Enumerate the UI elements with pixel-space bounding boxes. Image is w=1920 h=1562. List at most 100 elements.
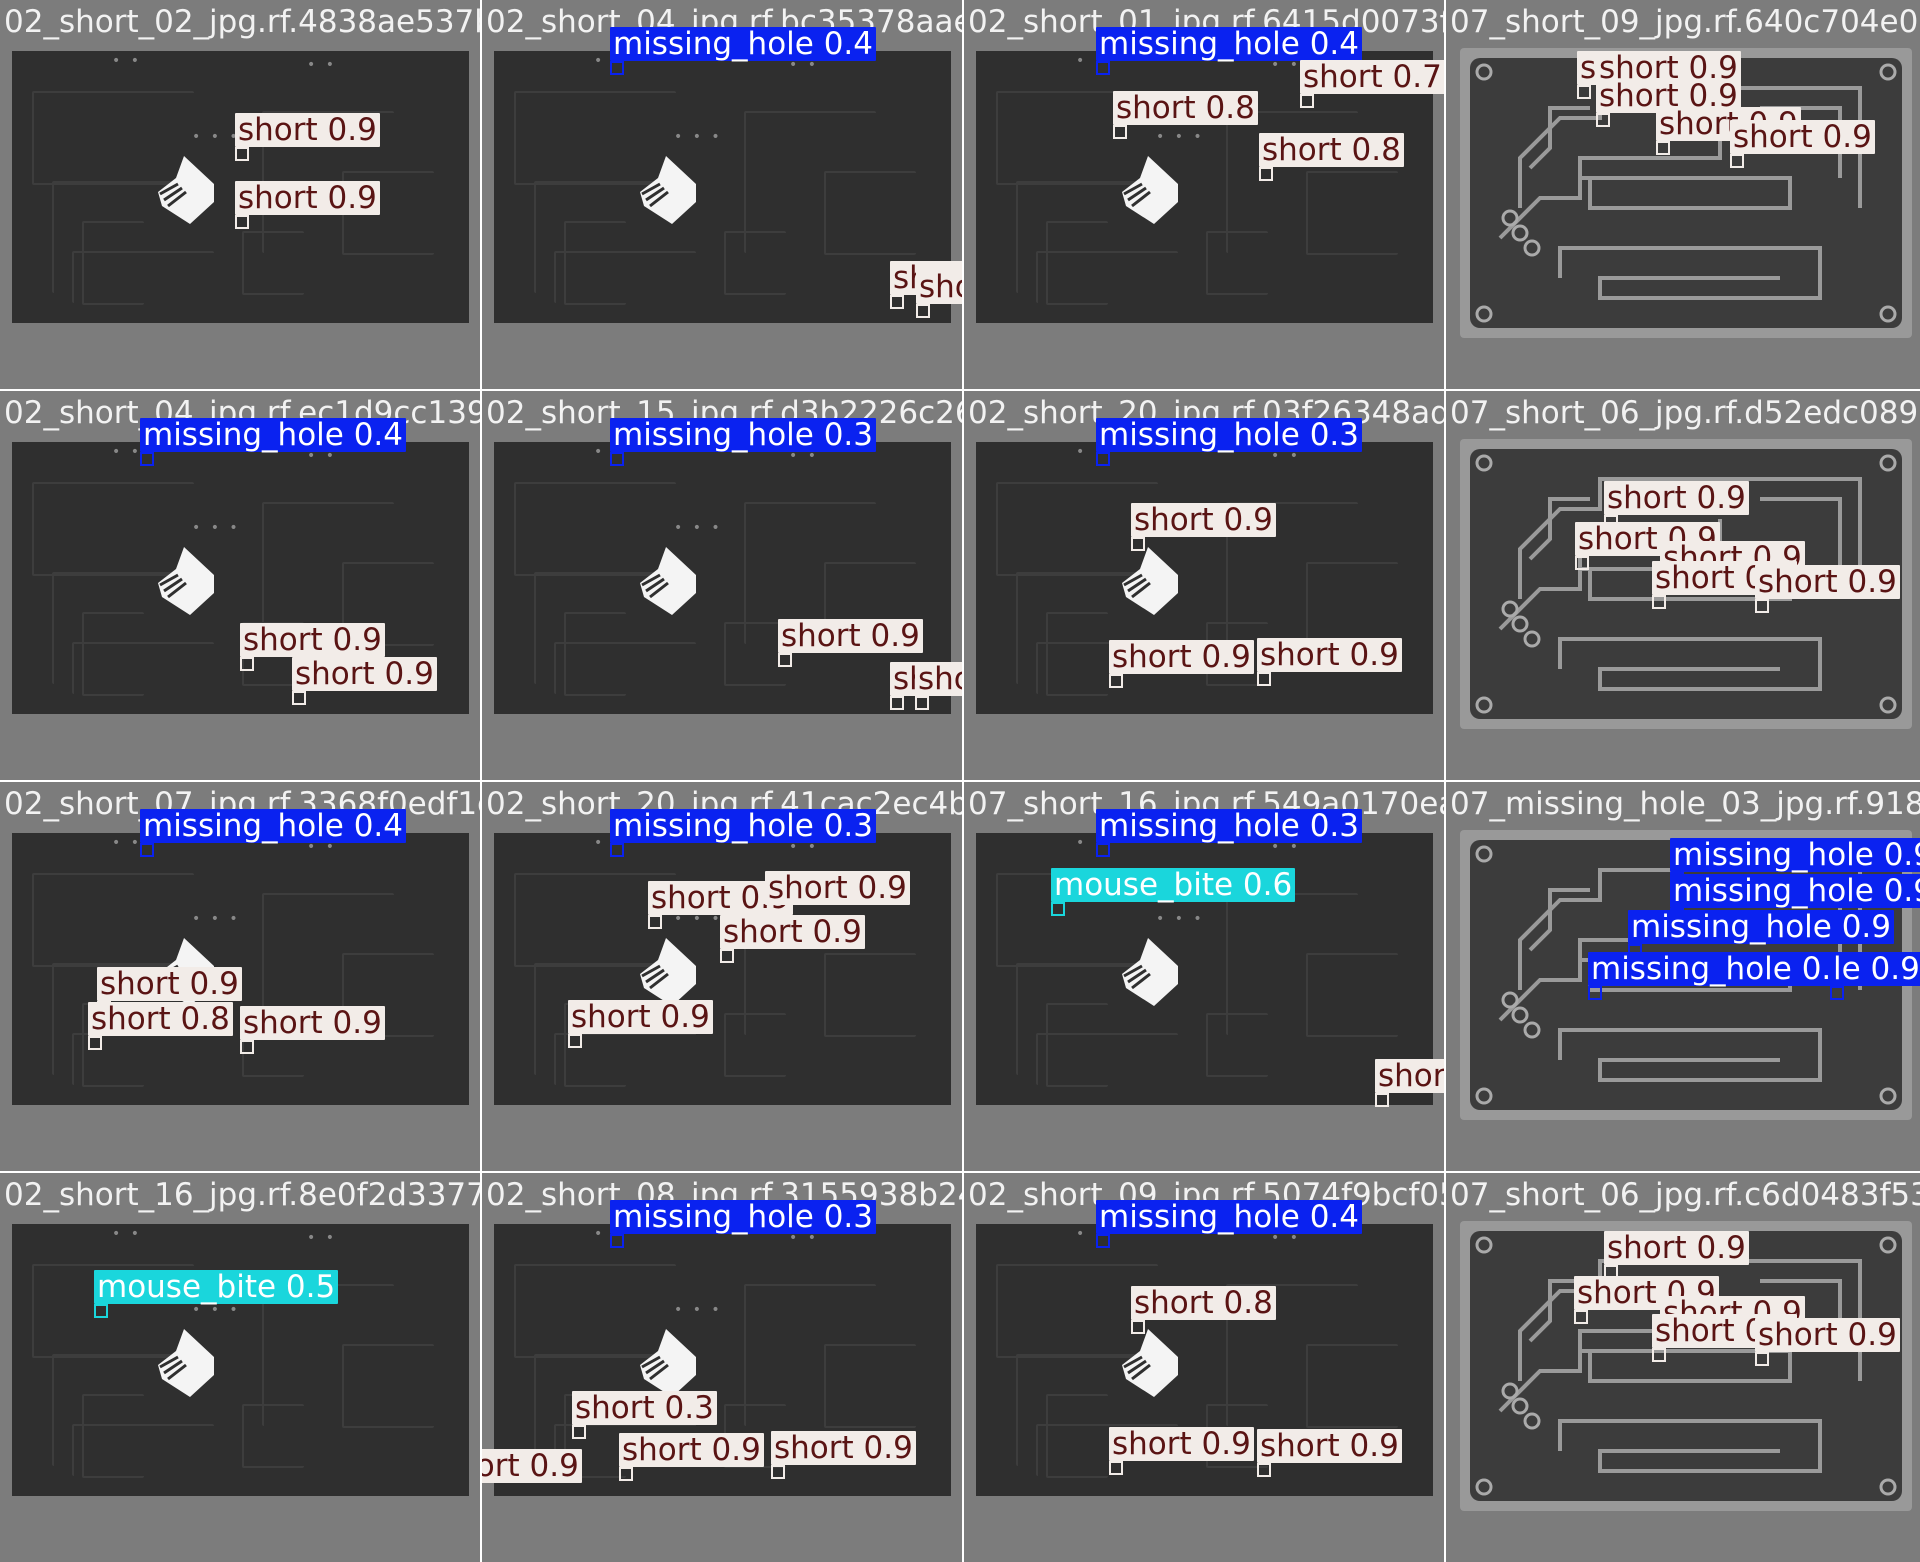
pcb-logo-icon (640, 156, 696, 224)
detection-box (778, 653, 792, 667)
detection-box (890, 696, 904, 710)
detection-box (890, 295, 904, 309)
via-dots: • • • (674, 520, 723, 536)
detection-label: short 0.8 (1131, 1286, 1276, 1320)
image-tile: • • • • • • • 02_short_01_jpg.rf.6415d0073f… (964, 0, 1444, 389)
detection-label: missing_hole 0.9 (1588, 952, 1855, 986)
image-tile: • • • • • • • 02_short_08_jpg.rf.3155938b24… (482, 1173, 962, 1562)
header-dots: • • (112, 444, 142, 460)
detection-box (1131, 1320, 1145, 1334)
detection-label: short 0.9 (1257, 1429, 1402, 1463)
detection-box (1575, 556, 1589, 570)
pcb-logo-icon (1122, 156, 1178, 224)
image-caption: 02_short_02_jpg.rf.4838ae537b (4, 4, 480, 40)
via-dots: • • • (192, 911, 241, 927)
detection-box (1096, 452, 1110, 466)
board-trace (1306, 171, 1398, 255)
detection-box (1257, 1463, 1271, 1477)
detection-label: short 0.9 (1604, 1231, 1749, 1265)
image-tile: • • • • • • • 07_short_16_jpg.rf.549a0170ea… (964, 782, 1444, 1171)
board-trace (1036, 251, 1178, 303)
detection-label: short 0.9 (1109, 1427, 1254, 1461)
detection-box (1652, 1348, 1666, 1362)
detection-label: short 0.9 (482, 1449, 582, 1483)
detection-label: short 0.9 (235, 113, 380, 147)
detection-box (720, 949, 734, 963)
detection-box (1830, 986, 1844, 1000)
detection-label: missing_hole 0.9 (1670, 874, 1920, 908)
via-dots: • • • (1156, 129, 1205, 145)
detection-box (610, 1234, 624, 1248)
detection-box (235, 215, 249, 229)
detection-box (292, 691, 306, 705)
detection-label: short 0.8 (1113, 91, 1258, 125)
detection-box (771, 1465, 785, 1479)
detection-label: missing_hole 0.3 (1096, 418, 1363, 452)
detection-box (1096, 843, 1110, 857)
via-dots: • • • (674, 129, 723, 145)
image-tile: • • • • • • • 02_short_04_jpg.rf.bc35378aae… (482, 0, 962, 389)
via-dots: • • • (674, 1302, 723, 1318)
detection-box (572, 1425, 586, 1439)
detection-label: short 0.7 (916, 270, 962, 304)
detection-box (619, 1467, 633, 1481)
board-trace (242, 1404, 304, 1468)
board-trace (1206, 1013, 1268, 1077)
detection-label: short 0.8 (1375, 1059, 1444, 1093)
pcb-logo-icon (158, 1329, 214, 1397)
board-trace (724, 622, 786, 686)
pcb-logo-icon (640, 547, 696, 615)
detection-box (568, 1034, 582, 1048)
board-trace (72, 251, 214, 303)
board-trace (824, 171, 916, 255)
detection-label: short 0.9 (568, 1000, 713, 1034)
board-trace (824, 953, 916, 1037)
image-tile: • • • • • • • 02_short_04_jpg.rf.ec1d9cc139… (0, 391, 480, 780)
detection-label: missing_hole 0.4 (1096, 1200, 1363, 1234)
detection-label: mouse_bite 0.6 (1051, 868, 1296, 902)
detection-box (916, 304, 930, 318)
image-tile: 07_short_06_jpg.rf.d52edc0897 short 0.9 sh… (1446, 391, 1920, 780)
pcb-logo-icon (640, 1329, 696, 1397)
board-trace (342, 1344, 434, 1428)
detection-label: missing_hole 0.3 (610, 1200, 877, 1234)
detection-label: short 0.9 (619, 1433, 764, 1467)
detection-box (94, 1304, 108, 1318)
detection-label: short 0.9 (1131, 503, 1276, 537)
header-dots: • • (307, 1230, 337, 1246)
detection-box (240, 657, 254, 671)
detection-box (915, 696, 929, 710)
detection-box (1113, 125, 1127, 139)
image-tile: • • •• •• •02_short_09_jpg.rf.5074f9bcf0… (964, 1173, 1444, 1562)
board-trace (1306, 1344, 1398, 1428)
detection-box (1652, 595, 1666, 609)
pcb-logo-icon (158, 547, 214, 615)
board-trace (724, 231, 786, 295)
detection-box (1730, 154, 1744, 168)
image-tile: 07_short_09_jpg.rf.640c704e03 short 0.9 sh… (1446, 0, 1920, 389)
detection-label: short 0.9 (235, 181, 380, 215)
detection-label: short 0.9 (97, 967, 242, 1001)
detection-label: missing_hole 0.9 (1628, 910, 1895, 944)
detection-label: missing_hole 0.3 (610, 418, 877, 452)
image-tile: 07_short_06_jpg.rf.c6d0483f53 short 0.9 sh… (1446, 1173, 1920, 1562)
detection-box (1051, 902, 1065, 916)
pcb-logo-icon (1122, 1329, 1178, 1397)
detection-label: le 0.9 (1830, 952, 1920, 986)
detection-box (1577, 85, 1591, 99)
header-dots: • • (112, 53, 142, 69)
detection-box (1109, 1461, 1123, 1475)
board-trace (72, 1424, 214, 1476)
detection-label: missing_hole 0.3 (610, 809, 877, 843)
image-caption: 07_short_09_jpg.rf.640c704e03 (1450, 4, 1920, 40)
via-dots: • • • (192, 129, 241, 145)
pcb-logo-icon (1122, 547, 1178, 615)
detection-label: mouse_bite 0.5 (94, 1270, 339, 1304)
detection-label: short 0.9 (765, 871, 910, 905)
via-dots: • • • (192, 520, 241, 536)
detection-box (610, 61, 624, 75)
header-dots: • • (112, 835, 142, 851)
detection-label: missing_hole 0.3 (1096, 809, 1363, 843)
board-trace (554, 642, 696, 694)
detection-box (610, 452, 624, 466)
